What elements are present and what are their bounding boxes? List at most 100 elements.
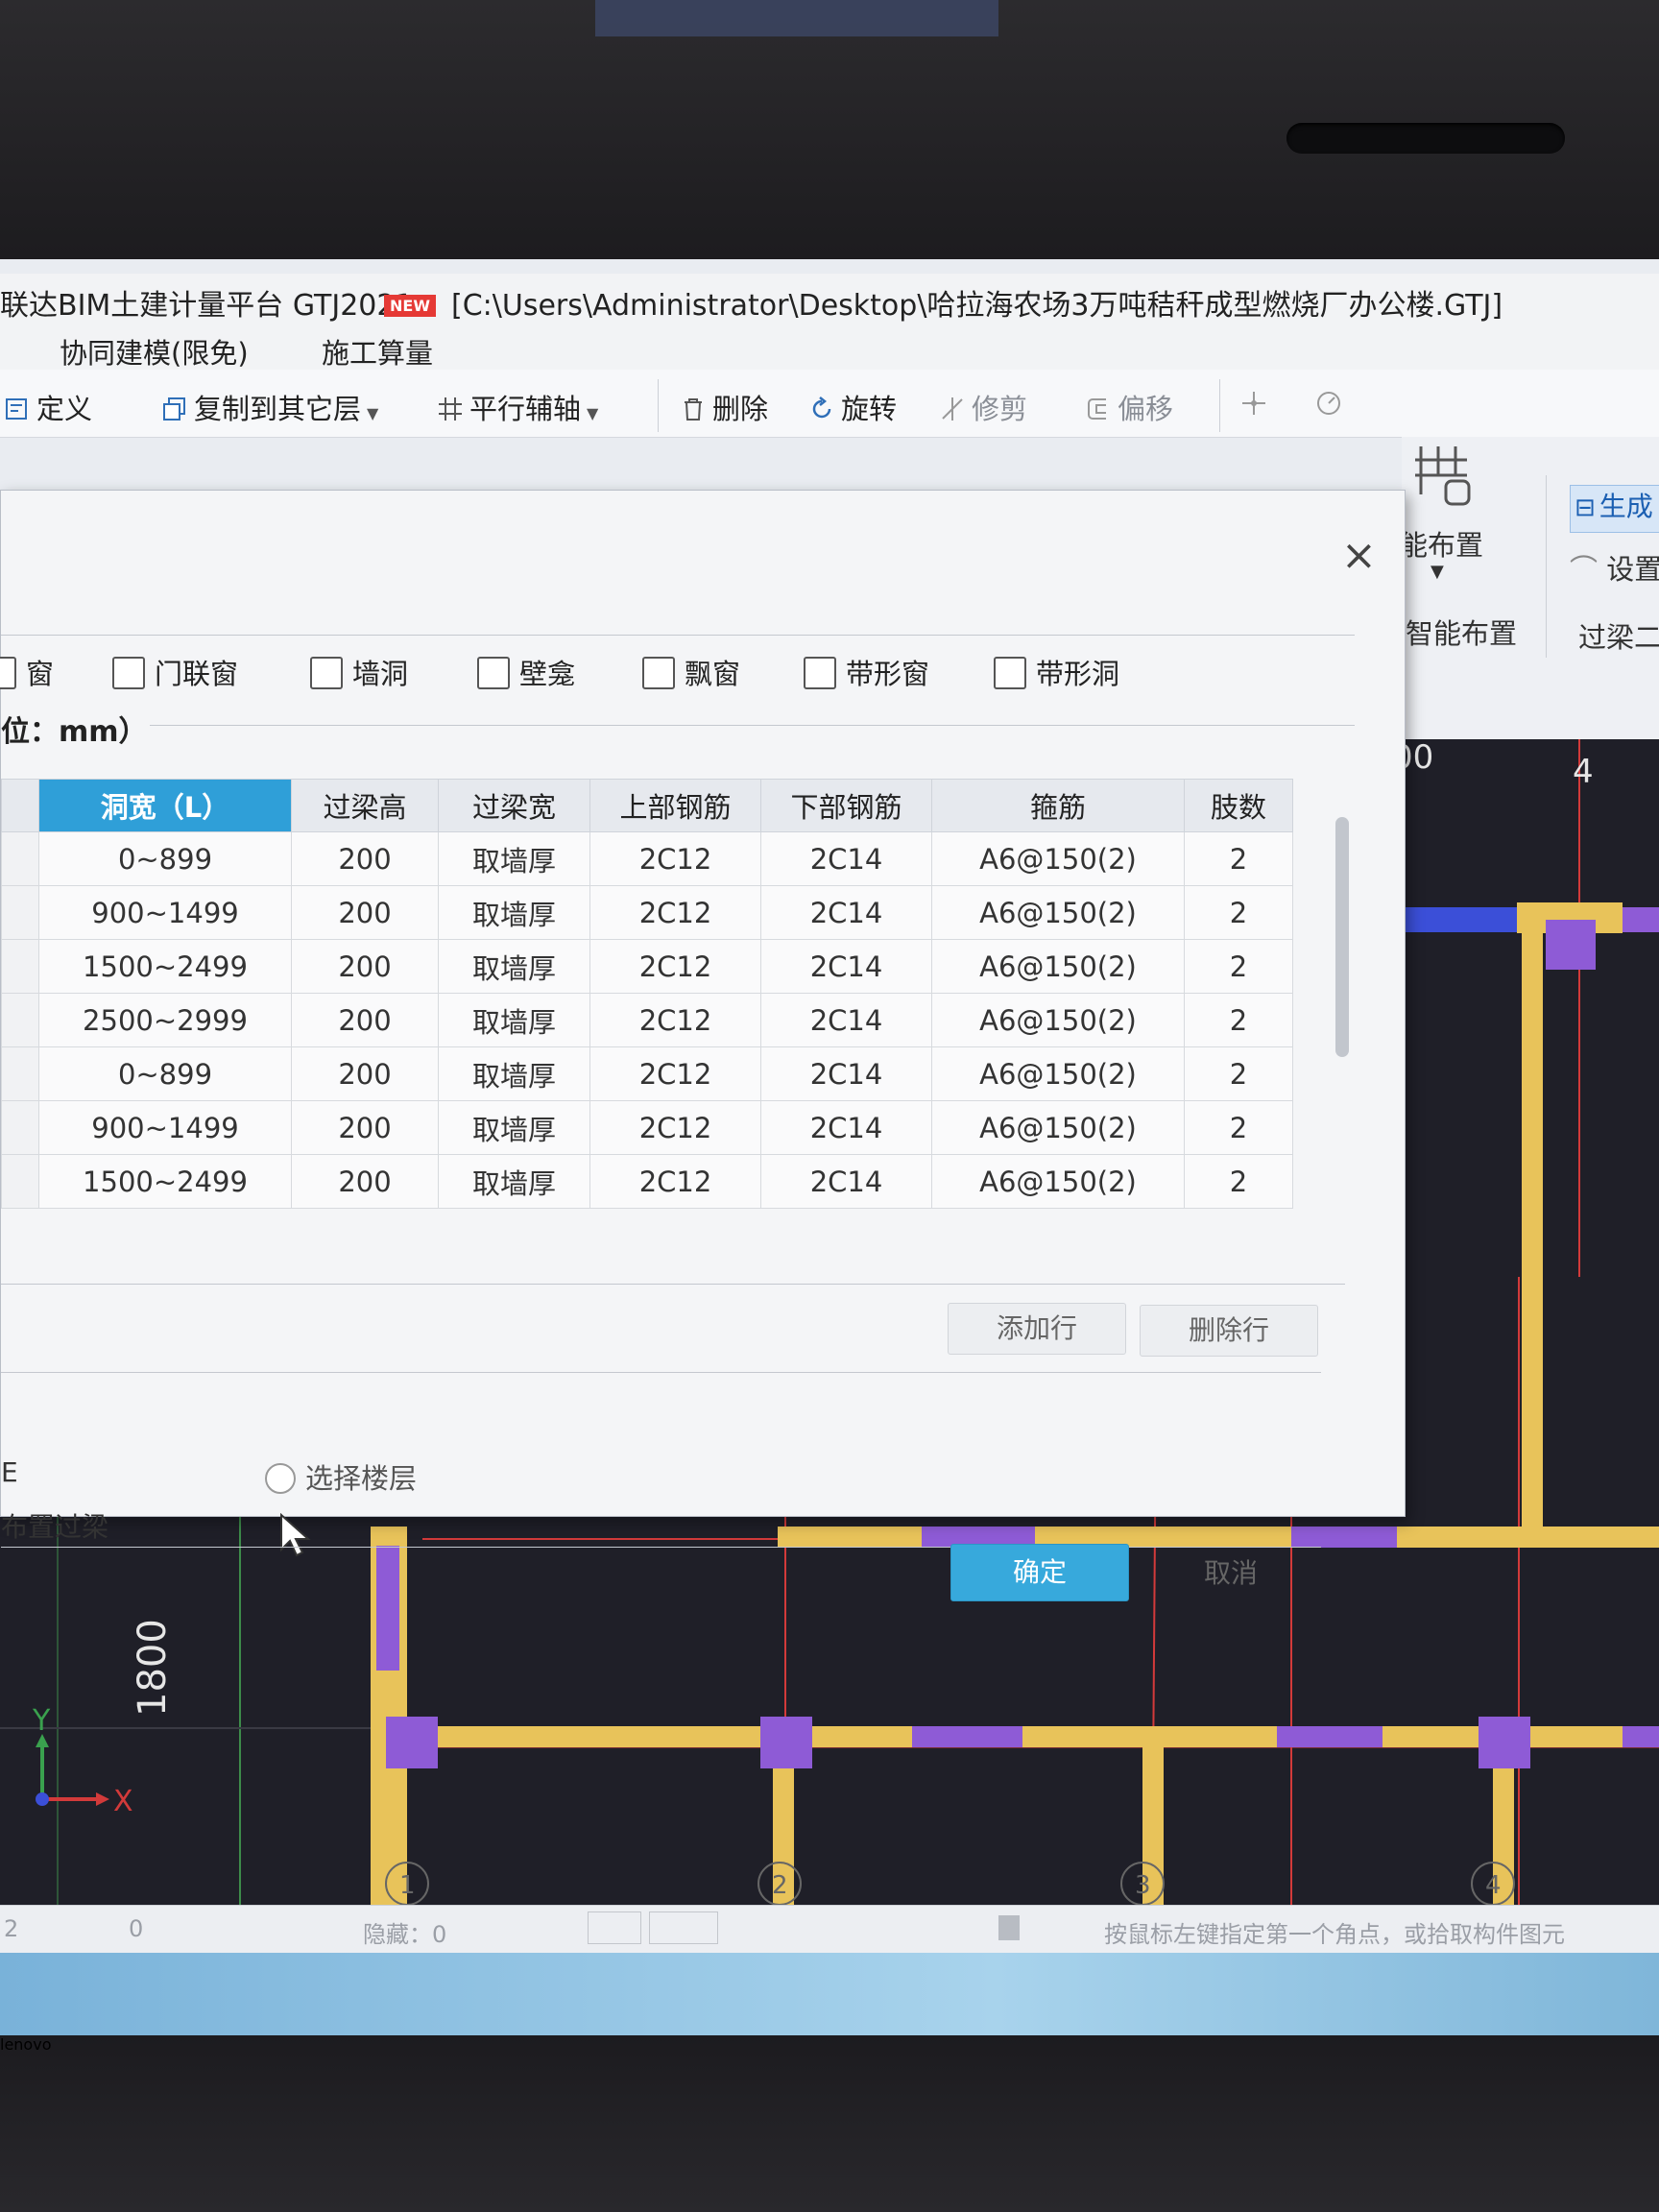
column-header[interactable]: 上部钢筋 [589, 779, 761, 832]
measure-button[interactable] [1315, 387, 1348, 420]
row-header[interactable] [1, 1046, 39, 1101]
table-cell[interactable]: 2 [1184, 1046, 1293, 1101]
select-floor-radio[interactable]: 选择楼层 [265, 1456, 417, 1497]
table-cell[interactable]: 2C14 [760, 1100, 932, 1155]
generate-button[interactable]: ⊟ 生成 [1570, 485, 1659, 533]
table-cell[interactable]: A6@150(2) [931, 831, 1185, 886]
radio-circle[interactable] [265, 1463, 296, 1494]
table-cell[interactable]: 200 [291, 1154, 439, 1209]
smart-layout-button[interactable]: 能布置 [1400, 523, 1483, 564]
table-cell[interactable]: 2C12 [589, 885, 761, 940]
delete-row-button[interactable]: 删除行 [1140, 1305, 1318, 1357]
table-cell[interactable]: 2C14 [760, 939, 932, 994]
table-cell[interactable]: 2 [1184, 1154, 1293, 1209]
delete-button[interactable]: 删除 [680, 387, 768, 427]
menu-construction-quantity[interactable]: 施工算量 [322, 331, 433, 372]
chevron-down-icon[interactable]: ▼ [587, 404, 598, 422]
table-cell[interactable]: 900~1499 [38, 1100, 292, 1155]
table-scrollbar[interactable] [1335, 817, 1349, 1057]
row-header[interactable] [1, 1154, 39, 1209]
table-row[interactable]: 0~899 200 取墙厚 2C12 2C14 A6@150(2) 2 [1, 1046, 1293, 1101]
checkbox-wall-hole[interactable]: 墙洞 [310, 652, 408, 692]
table-cell[interactable]: 200 [291, 885, 439, 940]
table-cell[interactable]: 200 [291, 939, 439, 994]
row-header[interactable] [1, 939, 39, 994]
copy-to-floor-button[interactable]: 复制到其它层 ▼ [161, 387, 378, 427]
checkbox-door-window[interactable]: 门联窗 [112, 652, 238, 692]
settings-button[interactable]: ⌒ 设置 [1570, 547, 1659, 588]
table-row[interactable]: 0~899 200 取墙厚 2C12 2C14 A6@150(2) 2 [1, 831, 1293, 886]
column-header[interactable]: 肢数 [1184, 779, 1293, 832]
table-cell[interactable]: 2C14 [760, 1046, 932, 1101]
add-row-button[interactable]: 添加行 [948, 1303, 1126, 1355]
table-cell[interactable]: 取墙厚 [438, 1046, 590, 1101]
status-icon[interactable] [998, 1915, 1020, 1940]
table-row[interactable]: 900~1499 200 取墙厚 2C12 2C14 A6@150(2) 2 [1, 1100, 1293, 1155]
table-cell[interactable]: 2 [1184, 1100, 1293, 1155]
table-cell[interactable]: 取墙厚 [438, 939, 590, 994]
row-header[interactable] [1, 885, 39, 940]
table-cell[interactable]: 200 [291, 1100, 439, 1155]
menu-collab-modeling[interactable]: 协同建模(限免) [60, 331, 249, 372]
chevron-down-icon[interactable]: ▼ [367, 404, 378, 422]
column-header[interactable]: 箍筋 [931, 779, 1185, 832]
table-cell[interactable]: 200 [291, 1046, 439, 1101]
table-cell[interactable]: 2C12 [589, 831, 761, 886]
table-cell[interactable]: 0~899 [38, 831, 292, 886]
checkbox-box[interactable] [477, 657, 510, 689]
table-cell[interactable]: 2C14 [760, 1154, 932, 1209]
checkbox-box[interactable] [310, 657, 343, 689]
offset-button[interactable]: 偏移 [1085, 387, 1173, 427]
checkbox-window[interactable]: 窗 [0, 652, 54, 692]
checkbox-strip-hole[interactable]: 带形洞 [994, 652, 1119, 692]
table-cell[interactable]: 取墙厚 [438, 831, 590, 886]
table-cell[interactable]: 取墙厚 [438, 1154, 590, 1209]
table-cell[interactable]: 2C14 [760, 993, 932, 1047]
table-cell[interactable]: 2 [1184, 885, 1293, 940]
checkbox-strip-window[interactable]: 带形窗 [804, 652, 929, 692]
table-cell[interactable]: A6@150(2) [931, 1100, 1185, 1155]
table-cell[interactable]: 取墙厚 [438, 993, 590, 1047]
checkbox-bay-window[interactable]: 飘窗 [642, 652, 740, 692]
table-cell[interactable]: 2C12 [589, 1154, 761, 1209]
checkbox-box[interactable] [994, 657, 1026, 689]
table-cell[interactable]: 取墙厚 [438, 1100, 590, 1155]
table-cell[interactable]: 2C12 [589, 1046, 761, 1101]
column-header[interactable]: 过梁宽 [438, 779, 590, 832]
checkbox-box[interactable] [112, 657, 145, 689]
status-toggle[interactable] [588, 1911, 641, 1944]
row-header[interactable] [1, 993, 39, 1047]
point-snap-button[interactable] [1240, 387, 1273, 420]
column-header[interactable]: 过梁高 [291, 779, 439, 832]
row-header[interactable] [1, 831, 39, 886]
column-header[interactable]: 下部钢筋 [760, 779, 932, 832]
row-header[interactable] [1, 1100, 39, 1155]
table-cell[interactable]: 2C12 [589, 939, 761, 994]
cancel-button[interactable]: 取消 [1142, 1546, 1319, 1601]
table-cell[interactable]: 2C12 [589, 993, 761, 1047]
table-cell[interactable]: 200 [291, 993, 439, 1047]
confirm-button[interactable]: 确定 [950, 1544, 1129, 1601]
table-cell[interactable]: 1500~2499 [38, 939, 292, 994]
trim-button[interactable]: 修剪 [939, 387, 1027, 427]
table-cell[interactable]: 0~899 [38, 1046, 292, 1101]
close-icon[interactable]: × [1341, 535, 1377, 577]
table-cell[interactable]: 2C14 [760, 885, 932, 940]
table-row[interactable]: 900~1499 200 取墙厚 2C12 2C14 A6@150(2) 2 [1, 885, 1293, 940]
table-cell[interactable]: 2 [1184, 939, 1293, 994]
table-cell[interactable]: A6@150(2) [931, 993, 1185, 1047]
checkbox-box[interactable] [642, 657, 675, 689]
table-cell[interactable]: 2500~2999 [38, 993, 292, 1047]
table-cell[interactable]: 取墙厚 [438, 885, 590, 940]
table-row[interactable]: 2500~2999 200 取墙厚 2C12 2C14 A6@150(2) 2 [1, 993, 1293, 1047]
table-cell[interactable]: 900~1499 [38, 885, 292, 940]
table-cell[interactable]: A6@150(2) [931, 939, 1185, 994]
parallel-axis-button[interactable]: 平行辅轴 ▼ [437, 387, 598, 427]
column-header[interactable]: 洞宽（L） [38, 779, 292, 832]
table-cell[interactable]: A6@150(2) [931, 1154, 1185, 1209]
table-row[interactable]: 1500~2499 200 取墙厚 2C12 2C14 A6@150(2) 2 [1, 939, 1293, 994]
checkbox-box[interactable] [0, 657, 16, 689]
chevron-down-icon[interactable]: ▼ [1431, 562, 1444, 582]
table-cell[interactable]: 200 [291, 831, 439, 886]
table-cell[interactable]: 1500~2499 [38, 1154, 292, 1209]
